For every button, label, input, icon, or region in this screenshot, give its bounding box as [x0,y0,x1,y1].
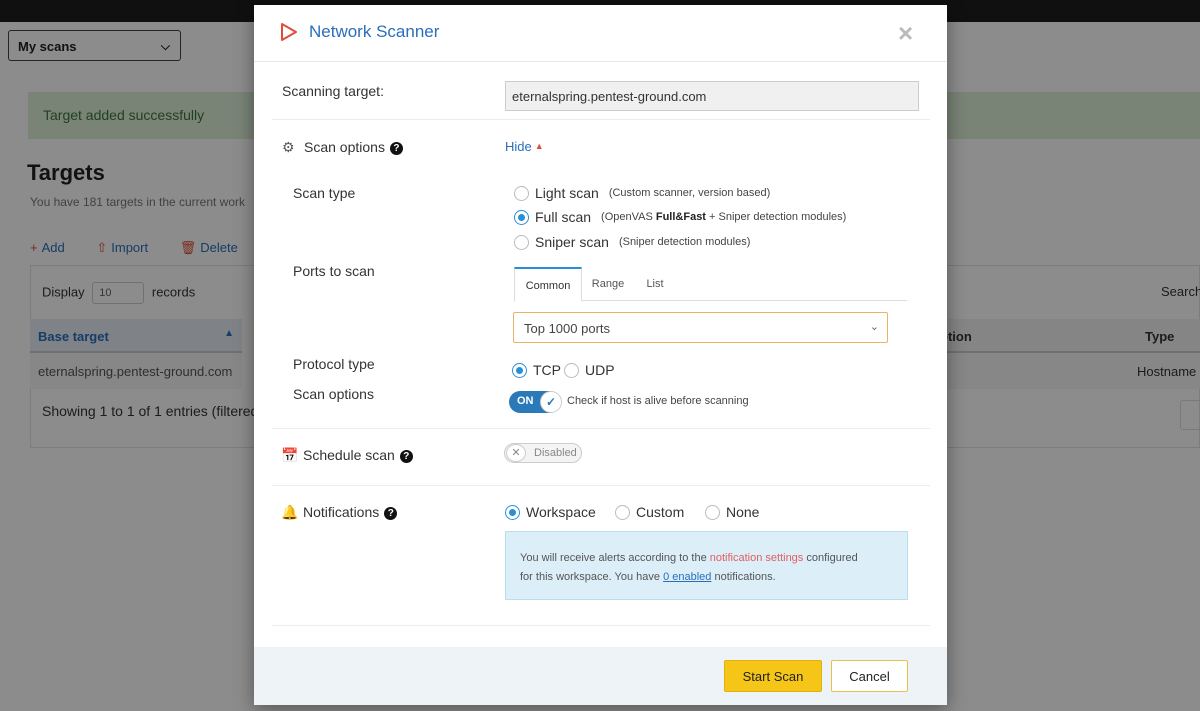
schedule-scan-heading: 📅 Schedule scan? [281,447,413,464]
hide-options-link[interactable]: Hide ▲ [505,139,544,154]
scan-type-sniper[interactable]: Sniper scan (Sniper detection modules) [514,234,750,250]
help-icon[interactable]: ? [389,142,403,155]
divider [272,625,930,626]
tab-common[interactable]: Common [514,267,582,302]
check-icon: ✓ [540,391,562,413]
ports-select[interactable]: Top 1000 ports ⌄ [513,312,888,343]
radio-button[interactable] [514,234,529,250]
tab-list[interactable]: List [634,267,676,301]
schedule-toggle[interactable]: ✕ Disabled [504,443,582,463]
modal-title: Network Scanner [309,22,440,41]
radio-button[interactable] [564,362,579,378]
radio-button[interactable] [705,504,720,520]
protocol-type-label: Protocol type [293,356,375,372]
notify-custom[interactable]: Custom [615,504,684,520]
ports-to-scan-label: Ports to scan [293,263,375,279]
port-tabs: Common Range List [514,267,907,302]
gear-icon: ⚙ [282,139,295,155]
scan-type-label: Scan type [293,185,356,201]
caret-up-icon: ▲ [534,141,544,151]
scan-options-heading: ⚙ Scan options? [282,139,403,156]
divider [272,119,930,120]
bell-icon: 🔔 [281,504,299,520]
radio-button-selected[interactable] [505,504,520,520]
scanning-target-label: Scanning target: [282,83,384,99]
tab-range[interactable]: Range [582,267,634,301]
divider [272,428,930,429]
start-scan-button[interactable]: Start Scan [724,660,822,692]
scan-options-sub-label: Scan options [293,386,374,402]
radio-button[interactable] [514,185,529,201]
protocol-udp[interactable]: UDP [564,362,615,378]
alive-check-label: Check if host is alive before scanning [567,395,749,407]
chevron-down-icon: ⌄ [869,321,879,333]
network-scanner-modal: Network Scanner × Scanning target: ⚙Scan… [254,5,947,705]
help-icon[interactable]: ? [399,450,413,463]
protocol-tcp[interactable]: TCP [512,362,561,378]
notification-info-box: You will receive alerts according to the… [505,531,908,600]
play-icon [281,23,297,41]
alive-check-toggle[interactable]: ON ✓ [509,391,562,413]
radio-button-selected[interactable] [512,362,527,378]
notification-settings-link[interactable]: notification settings [710,552,804,564]
scan-type-full[interactable]: Full scan (OpenVAS Full&Fast + Sniper de… [514,209,846,225]
calendar-icon: 📅 [281,447,299,463]
modal-header: Network Scanner × [254,5,947,62]
notifications-heading: 🔔 Notifications? [281,504,398,521]
scan-type-light[interactable]: Light scan (Custom scanner, version base… [514,185,770,201]
enabled-notifications-link[interactable]: 0 enabled [663,571,711,583]
notify-workspace[interactable]: Workspace [505,504,596,520]
help-icon[interactable]: ? [384,507,398,520]
notify-none[interactable]: None [705,504,759,520]
close-icon[interactable]: × [898,20,913,46]
radio-button-selected[interactable] [514,209,529,225]
cancel-button[interactable]: Cancel [831,660,908,692]
radio-button[interactable] [615,504,630,520]
scanning-target-input[interactable] [505,81,919,111]
x-icon: ✕ [506,444,526,462]
divider [272,485,930,486]
